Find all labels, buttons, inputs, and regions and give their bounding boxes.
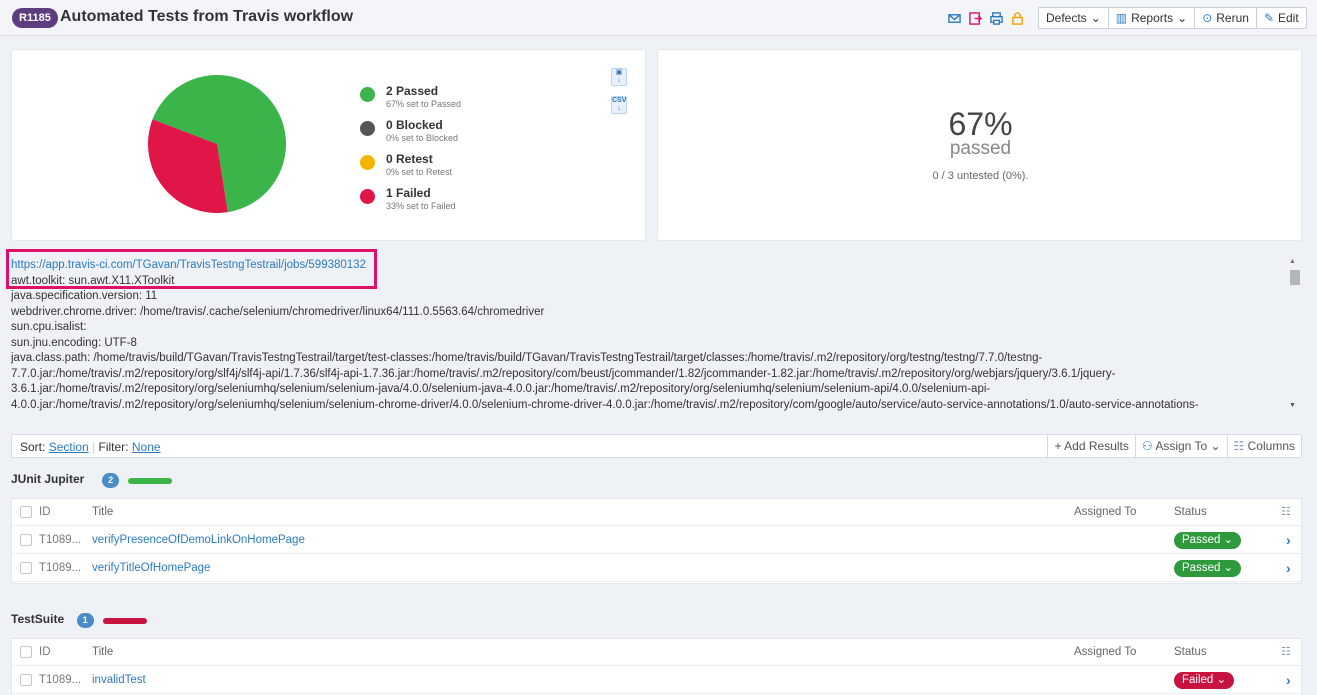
legend-sublabel: 67% set to Passed <box>386 99 462 109</box>
test-id: T1089... <box>39 674 82 686</box>
status-dropdown[interactable]: Failed ⌄ <box>1174 672 1235 689</box>
defects-button[interactable]: Defects ⌄ <box>1039 8 1109 28</box>
bar-chart-icon: ▥ <box>1115 11 1128 25</box>
legend-dot-icon <box>360 121 375 136</box>
description-line: webdriver.chrome.driver: /home/travis/.c… <box>11 305 545 318</box>
test-title-link[interactable]: invalidTest <box>92 674 146 686</box>
test-title-link[interactable]: verifyTitleOfHomePage <box>92 562 210 574</box>
column-header-title[interactable]: Title <box>92 506 113 518</box>
sort-section-link[interactable]: Section <box>49 440 89 454</box>
filter-bar: Sort: Section | Filter: None + Add Resul… <box>11 434 1302 458</box>
select-all-checkbox[interactable] <box>20 646 32 658</box>
description-line: 4.0.0.jar:/home/travis/.m2/repository/or… <box>11 398 1199 411</box>
description-line: sun.jnu.encoding: UTF-8 <box>11 336 137 349</box>
section-title: JUnit Jupiter <box>11 472 85 486</box>
column-header-assigned[interactable]: Assigned To <box>1074 646 1136 658</box>
legend-label: 2 Passed <box>386 84 439 98</box>
status-pie-chart <box>148 75 286 213</box>
print-icon[interactable] <box>990 11 1003 25</box>
reports-button[interactable]: ▥ Reports ⌄ <box>1109 8 1196 28</box>
section-count-badge: 1 <box>76 613 94 628</box>
status-dropdown[interactable]: Passed ⌄ <box>1174 532 1242 549</box>
assign-to-button[interactable]: ⚇ Assign To ⌄ <box>1134 435 1227 457</box>
description-line: java.class.path: /home/travis/build/TGav… <box>11 352 1043 364</box>
section-count-badge: 2 <box>102 473 120 488</box>
column-header-title[interactable]: Title <box>92 646 113 658</box>
play-circle-icon: ⊙ <box>1202 11 1213 25</box>
legend-dot-icon <box>360 155 375 170</box>
legend-sublabel: 0% set to Blocked <box>386 133 459 143</box>
table-header-row: ID Title Assigned To Status ☷ <box>12 499 1301 526</box>
column-header-id[interactable]: ID <box>39 506 51 518</box>
header-toolbar: Defects ⌄ ▥ Reports ⌄ ⊙ Rerun ✎ Edit <box>1038 7 1307 29</box>
untested-count: 0 / 3 untested (0%). <box>932 170 1029 182</box>
rerun-button[interactable]: ⊙ Rerun <box>1195 8 1257 28</box>
column-settings-icon[interactable]: ☷ <box>1281 505 1291 518</box>
legend-dot-icon <box>360 189 375 204</box>
percent-passed-label: passed <box>949 138 1012 159</box>
scroll-up-arrow[interactable]: ▲ <box>1289 258 1296 265</box>
lock-icon[interactable] <box>1011 11 1024 25</box>
page-header: R1185 Automated Tests from Travis workfl… <box>0 0 1317 36</box>
table-row[interactable]: T1089... verifyPresenceOfDemoLinkOnHomePa… <box>12 527 1301 554</box>
mail-icon[interactable] <box>948 12 961 25</box>
link-highlight-box <box>6 249 377 289</box>
row-checkbox[interactable] <box>20 562 32 574</box>
test-title-link[interactable]: verifyPresenceOfDemoLinkOnHomePage <box>92 534 305 546</box>
test-id: T1089... <box>39 534 82 546</box>
percent-passed-card: 67% passed 0 / 3 untested (0%). <box>657 49 1302 241</box>
column-header-status[interactable]: Status <box>1174 506 1207 518</box>
edit-button[interactable]: ✎ Edit <box>1257 8 1306 28</box>
chevron-right-icon[interactable]: › <box>1286 560 1291 576</box>
download-csv-button[interactable]: CSV ↓ <box>611 96 627 114</box>
download-image-icon[interactable]: ▣ ↓ <box>611 68 627 86</box>
add-results-button[interactable]: + Add Results <box>1047 435 1134 457</box>
column-header-assigned[interactable]: Assigned To <box>1074 506 1136 518</box>
chevron-down-icon: ⌄ <box>1090 11 1101 25</box>
pencil-icon: ✎ <box>1263 11 1274 25</box>
chevron-down-icon: ⌄ <box>1210 439 1221 453</box>
section-progress-bar <box>128 478 173 484</box>
run-id-badge: R1185 <box>12 8 58 28</box>
legend-label: 1 Failed <box>386 186 431 200</box>
table-header-row: ID Title Assigned To Status ☷ <box>12 639 1301 666</box>
assign-user-icon: ⚇ <box>1141 439 1153 453</box>
column-header-id[interactable]: ID <box>39 646 51 658</box>
column-header-status[interactable]: Status <box>1174 646 1207 658</box>
chevron-right-icon[interactable]: › <box>1286 532 1291 548</box>
description-line: sun.cpu.isalist: <box>11 321 87 333</box>
columns-icon: ☷ <box>1233 439 1245 453</box>
table-row[interactable]: T1089... verifyTitleOfHomePage Passed ⌄ › <box>12 555 1301 582</box>
scrollbar-thumb[interactable] <box>1290 270 1300 285</box>
row-checkbox[interactable] <box>20 534 32 546</box>
chevron-right-icon[interactable]: › <box>1286 672 1291 688</box>
export-icon[interactable] <box>969 11 982 25</box>
chevron-down-icon: ⌄ <box>1177 11 1188 25</box>
columns-button[interactable]: ☷ Columns <box>1226 435 1301 457</box>
filter-none-link[interactable]: None <box>132 440 161 454</box>
legend-dot-icon <box>360 87 375 102</box>
legend-label: 0 Blocked <box>386 118 443 132</box>
section-title: TestSuite <box>11 612 65 626</box>
legend-sublabel: 33% set to Failed <box>386 201 456 211</box>
test-id: T1089... <box>39 562 82 574</box>
description-line: 7.7.0.jar:/home/travis/.m2/repository/or… <box>11 367 1116 380</box>
page-title: Automated Tests from Travis workflow <box>60 8 354 25</box>
test-table: ID Title Assigned To Status ☷ T1089... verifyP… <box>11 498 1302 584</box>
status-summary-card: 2 Passed 67% set to Passed 0 Blocked 0% set… <box>11 49 646 241</box>
select-all-checkbox[interactable] <box>20 506 32 518</box>
legend-sublabel: 0% set to Retest <box>386 167 453 177</box>
description-line: 3.6.1.jar:/home/travis/.m2/repository/or… <box>11 383 991 395</box>
scroll-down-arrow[interactable]: ▼ <box>1289 402 1296 409</box>
section-progress-bar <box>102 618 147 624</box>
table-row[interactable]: T1089... invalidTest Failed ⌄ › <box>12 667 1301 694</box>
column-settings-icon[interactable]: ☷ <box>1281 645 1291 658</box>
row-checkbox[interactable] <box>20 674 32 686</box>
description-line: java.specification.version: 11 <box>11 290 158 302</box>
header-icon-group <box>948 8 1024 28</box>
test-table: ID Title Assigned To Status ☷ T1089... invalid… <box>11 638 1302 695</box>
legend-label: 0 Retest <box>386 152 433 166</box>
status-dropdown[interactable]: Passed ⌄ <box>1174 560 1242 577</box>
